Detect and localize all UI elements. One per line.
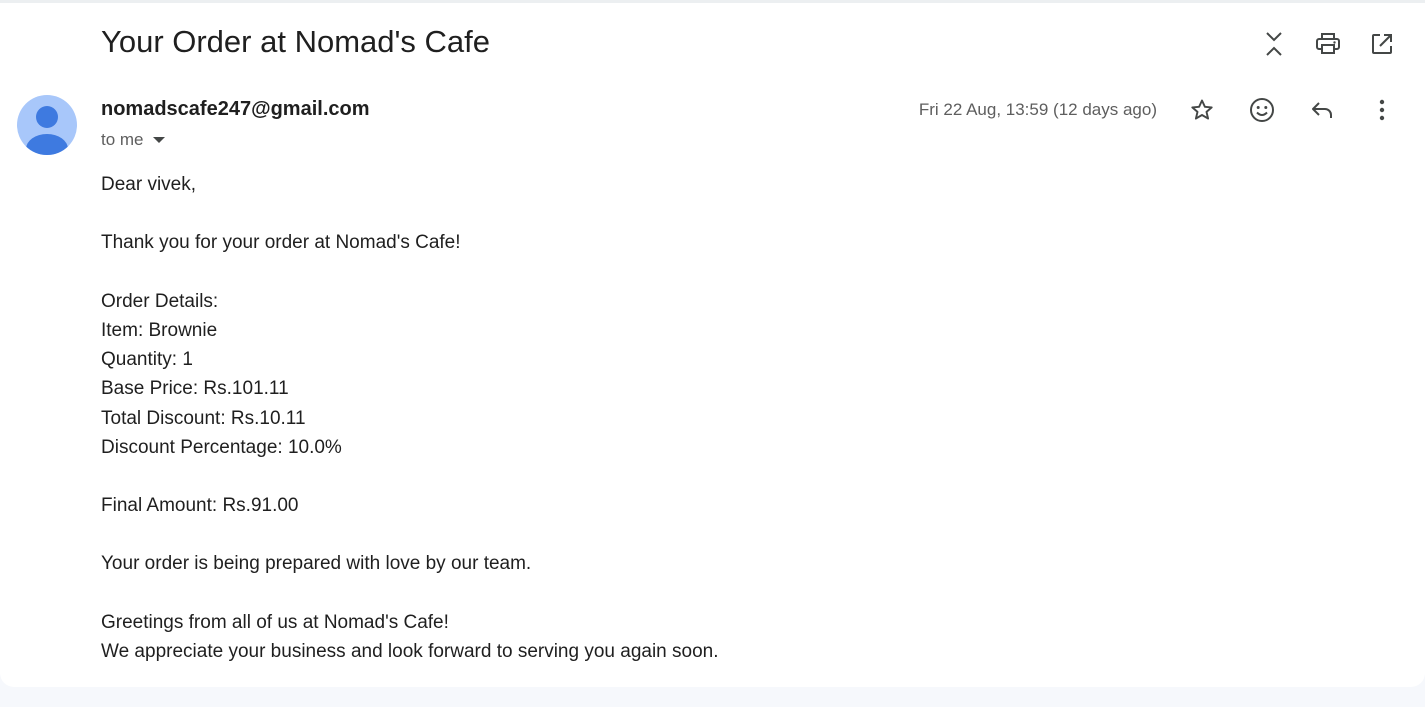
email-view: Your Order at Nomad's Cafe nomadscafe247… [0,3,1425,687]
email-date: Fri 22 Aug, 13:59 (12 days ago) [918,100,1157,119]
order-total-discount: Total Discount: Rs.10.11 [101,407,306,429]
more-vertical-icon[interactable] [1362,90,1402,130]
collapse-all-icon[interactable] [1254,24,1294,64]
greetings-line: Greetings from all of us at Nomad's Cafe… [101,611,449,633]
order-discount-percentage: Discount Percentage: 10.0% [101,436,342,458]
emoji-reaction-icon[interactable] [1242,90,1282,130]
order-item: Item: Brownie [101,319,218,341]
order-final-amount: Final Amount: Rs.91.00 [101,495,299,517]
order-details-heading: Order Details: [101,290,219,312]
prepared-line: Your order is being prepared with love b… [101,553,532,575]
greeting: Dear vivek, [101,174,197,195]
email-body: Dear vivek, Thank you for your order at … [101,170,719,666]
reply-icon[interactable] [1302,90,1342,130]
open-in-new-window-icon[interactable] [1362,24,1402,64]
sender-email[interactable]: nomadscafe247@gmail.com [101,98,370,121]
star-icon[interactable] [1182,90,1222,130]
order-base-price: Base Price: Rs.101.11 [101,378,289,400]
person-avatar-icon [26,106,68,155]
order-quantity: Quantity: 1 [101,349,193,371]
closing-line: We appreciate your business and look for… [101,641,719,662]
sender-avatar[interactable] [17,95,77,155]
recipient-label: to me [101,130,144,149]
chevron-down-icon [152,137,165,143]
thanks-line: Thank you for your order at Nomad's Cafe… [101,232,461,254]
email-subject: Your Order at Nomad's Cafe [101,24,491,59]
recipient-details-toggle[interactable]: to me [101,130,165,150]
print-icon[interactable] [1308,24,1348,64]
